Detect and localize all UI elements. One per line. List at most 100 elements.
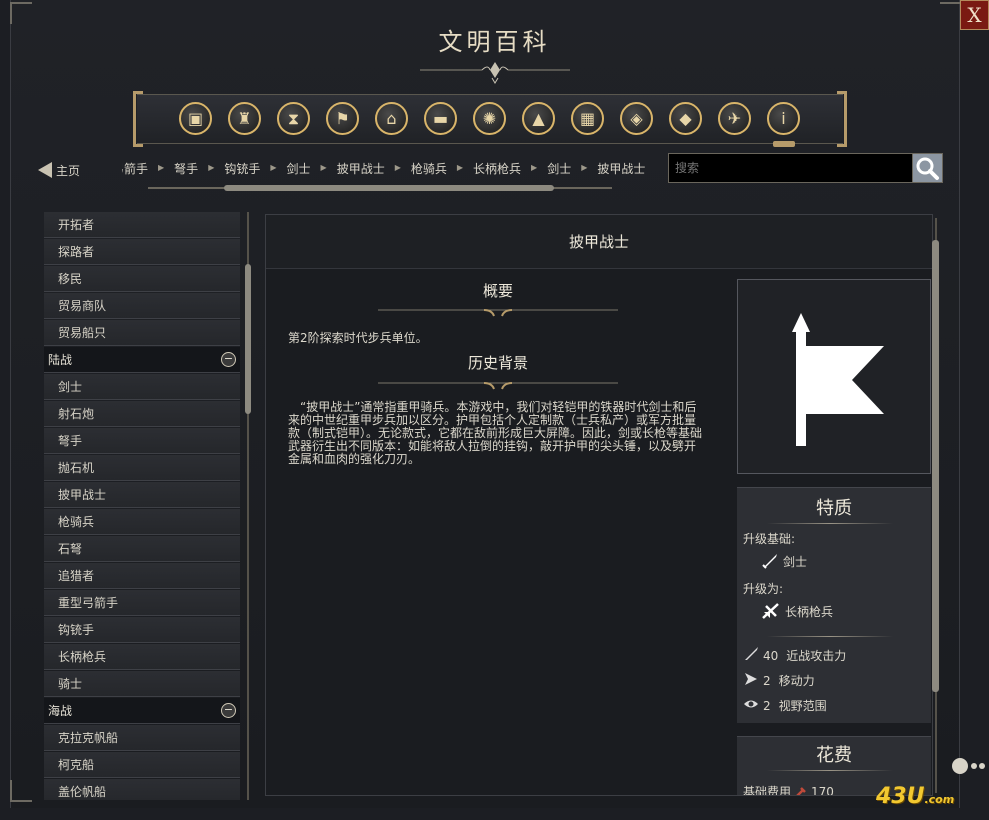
breadcrumb-item[interactable]: 钩铳手 xyxy=(224,160,260,176)
sidebar-item[interactable]: 贸易船只 xyxy=(44,320,240,346)
book-icon[interactable]: ▬ xyxy=(424,102,457,135)
breadcrumb-scrollbar[interactable] xyxy=(140,184,620,192)
breadcrumb-item[interactable]: 披甲战士 xyxy=(337,160,385,176)
upgrade-to-label: 升级为: xyxy=(743,582,784,596)
article-scroll-thumb[interactable] xyxy=(932,240,939,692)
breadcrumb-item[interactable]: 枪骑兵 xyxy=(411,160,447,176)
sidebar-item[interactable]: 骑士 xyxy=(44,671,240,697)
article-scrollbar[interactable] xyxy=(931,218,941,793)
stat-value: 2 xyxy=(763,698,771,713)
sidebar-group-header[interactable]: 陆战 − xyxy=(44,347,240,373)
sidebar: 开拓者 探路者 移民 贸易商队 贸易船只 陆战 − 剑士 射石炮 弩手 抛石机 披甲战士 枪骑兵 石弩 追猎… xyxy=(44,212,240,800)
sidebar-item[interactable]: 开拓者 xyxy=(44,212,240,238)
sidebar-scroll-thumb[interactable] xyxy=(245,264,251,414)
mountain-icon[interactable]: ▲ xyxy=(522,102,555,135)
summary-title: 概要 xyxy=(482,282,513,300)
frame-corner xyxy=(940,2,962,24)
breadcrumb-separator-icon: ▶ xyxy=(394,163,401,172)
sidebar-item[interactable]: 移民 xyxy=(44,266,240,292)
stat-value: 2 xyxy=(763,673,771,688)
info-icon[interactable]: i xyxy=(767,102,800,135)
bar-bracket xyxy=(837,91,847,147)
bar-grip[interactable] xyxy=(773,141,795,147)
district-icon[interactable]: ▦ xyxy=(571,102,604,135)
sidebar-item[interactable]: 披甲战士 xyxy=(44,482,240,508)
breadcrumb-separator-icon: ▶ xyxy=(531,163,538,172)
sidebar-item[interactable]: 抛石机 xyxy=(44,455,240,481)
upgrade-to-unit[interactable]: 长柄枪兵 xyxy=(761,602,833,620)
dove-icon[interactable]: ✈ xyxy=(718,102,751,135)
base-cost-row: 基础费用 170 xyxy=(743,783,834,796)
breadcrumb-separator-icon: ▶ xyxy=(320,163,327,172)
breadcrumb-item[interactable]: 弓箭手 xyxy=(122,160,148,176)
sidebar-group-label: 海战 xyxy=(48,704,73,718)
breadcrumb-item[interactable]: 剑士 xyxy=(287,160,311,176)
history-text: “披甲战士”通常指重甲骑兵。本游戏中，我们对轻铠甲的铁器时代剑士和后来的中世纪重… xyxy=(288,400,703,466)
hourglass-icon[interactable]: ⧗ xyxy=(277,102,310,135)
breadcrumb: 弓箭手 ▶ 弩手 ▶ 钩铳手 ▶ 剑士 ▶ 披甲战士 ▶ 枪骑兵 ▶ 长柄枪兵 ▶ 剑士 ▶ 披甲战士 xyxy=(122,160,652,176)
sidebar-item[interactable]: 柯克船 xyxy=(44,752,240,778)
upgrade-to-name: 长柄枪兵 xyxy=(785,604,834,619)
history-title: 历史背景 xyxy=(467,354,528,372)
sidebar-item[interactable]: 盖伦帆船 xyxy=(44,779,240,800)
sidebar-group-header[interactable]: 海战 − xyxy=(44,698,240,724)
search-button[interactable] xyxy=(912,153,943,183)
unit-flag-icon xyxy=(792,313,884,446)
breadcrumb-item[interactable]: 披甲战士 xyxy=(597,160,645,176)
traits-title: 特质 xyxy=(816,498,852,519)
sidebar-item[interactable]: 射石炮 xyxy=(44,401,240,427)
sword-icon xyxy=(762,554,777,569)
sidebar-scrollbar[interactable] xyxy=(244,212,252,800)
breadcrumb-item[interactable]: 弩手 xyxy=(174,160,198,176)
site-logo: 43U.com xyxy=(876,784,955,809)
sidebar-item[interactable]: 石弩 xyxy=(44,536,240,562)
sidebar-item[interactable]: 贸易商队 xyxy=(44,293,240,319)
article-panel: 披甲战士 概要 第2阶探索时代步兵单位。 历史背景 “披甲战士”通常指重甲骑兵。… xyxy=(265,214,933,796)
stat-value: 40 xyxy=(763,648,779,663)
stat-row: 2 移动力 xyxy=(743,671,815,690)
breadcrumb-separator-icon: ▶ xyxy=(270,163,277,172)
frame-corner xyxy=(10,2,32,24)
sidebar-item[interactable]: 探路者 xyxy=(44,239,240,265)
divider xyxy=(767,636,893,637)
collapse-icon[interactable]: − xyxy=(221,352,236,367)
breadcrumb-separator-icon: ▶ xyxy=(158,163,165,172)
breadcrumb-item[interactable]: 长柄枪兵 xyxy=(473,160,521,176)
flag-icon[interactable]: ⚑ xyxy=(326,102,359,135)
sidebar-item[interactable]: 枪骑兵 xyxy=(44,509,240,535)
sidebar-item[interactable]: 弩手 xyxy=(44,428,240,454)
sidebar-item[interactable]: 钩铳手 xyxy=(44,617,240,643)
diamond-icon[interactable]: ◆ xyxy=(669,102,702,135)
sidebar-item[interactable]: 克拉克帆船 xyxy=(44,725,240,751)
goods-icon[interactable]: ♜ xyxy=(228,102,261,135)
atom-icon[interactable]: ✺ xyxy=(473,102,506,135)
home-button[interactable]: 主页 xyxy=(38,160,80,180)
eye-icon xyxy=(743,696,759,715)
compass-icon[interactable]: ◈ xyxy=(620,102,653,135)
breadcrumb-item[interactable]: 剑士 xyxy=(547,160,571,176)
resources-icon[interactable]: ▣ xyxy=(179,102,212,135)
sidebar-item[interactable]: 追猎者 xyxy=(44,563,240,589)
divider xyxy=(767,523,893,524)
sword-icon xyxy=(743,646,759,665)
sidebar-item[interactable]: 剑士 xyxy=(44,374,240,400)
home-label: 主页 xyxy=(56,163,81,178)
title-ornament xyxy=(420,62,570,84)
summary-text: 第2阶探索时代步兵单位。 xyxy=(288,331,428,345)
section-ornament xyxy=(378,309,618,317)
breadcrumb-scroll-thumb[interactable] xyxy=(224,185,554,191)
base-cost-label: 基础费用 xyxy=(743,785,792,796)
stat-label: 移动力 xyxy=(778,674,815,688)
stat-label: 近战攻击力 xyxy=(786,649,847,663)
collapse-icon[interactable]: − xyxy=(221,703,236,718)
building-icon[interactable]: ⌂ xyxy=(375,102,408,135)
sidebar-item[interactable]: 长柄枪兵 xyxy=(44,644,240,670)
side-panel-toggle[interactable] xyxy=(950,752,989,780)
sidebar-item[interactable]: 重型弓箭手 xyxy=(44,590,240,616)
search-input[interactable] xyxy=(668,153,913,183)
upgrade-from-unit[interactable]: 剑士 xyxy=(761,552,807,570)
stat-row: 40 近战攻击力 xyxy=(743,646,846,665)
production-icon xyxy=(796,786,806,795)
upgrade-from-label: 升级基础: xyxy=(743,532,796,546)
traits-panel: 特质 升级基础: 剑士 升级为: 长柄枪兵 40 近战攻击力 2 移动力 2 视野范围 xyxy=(737,487,931,723)
